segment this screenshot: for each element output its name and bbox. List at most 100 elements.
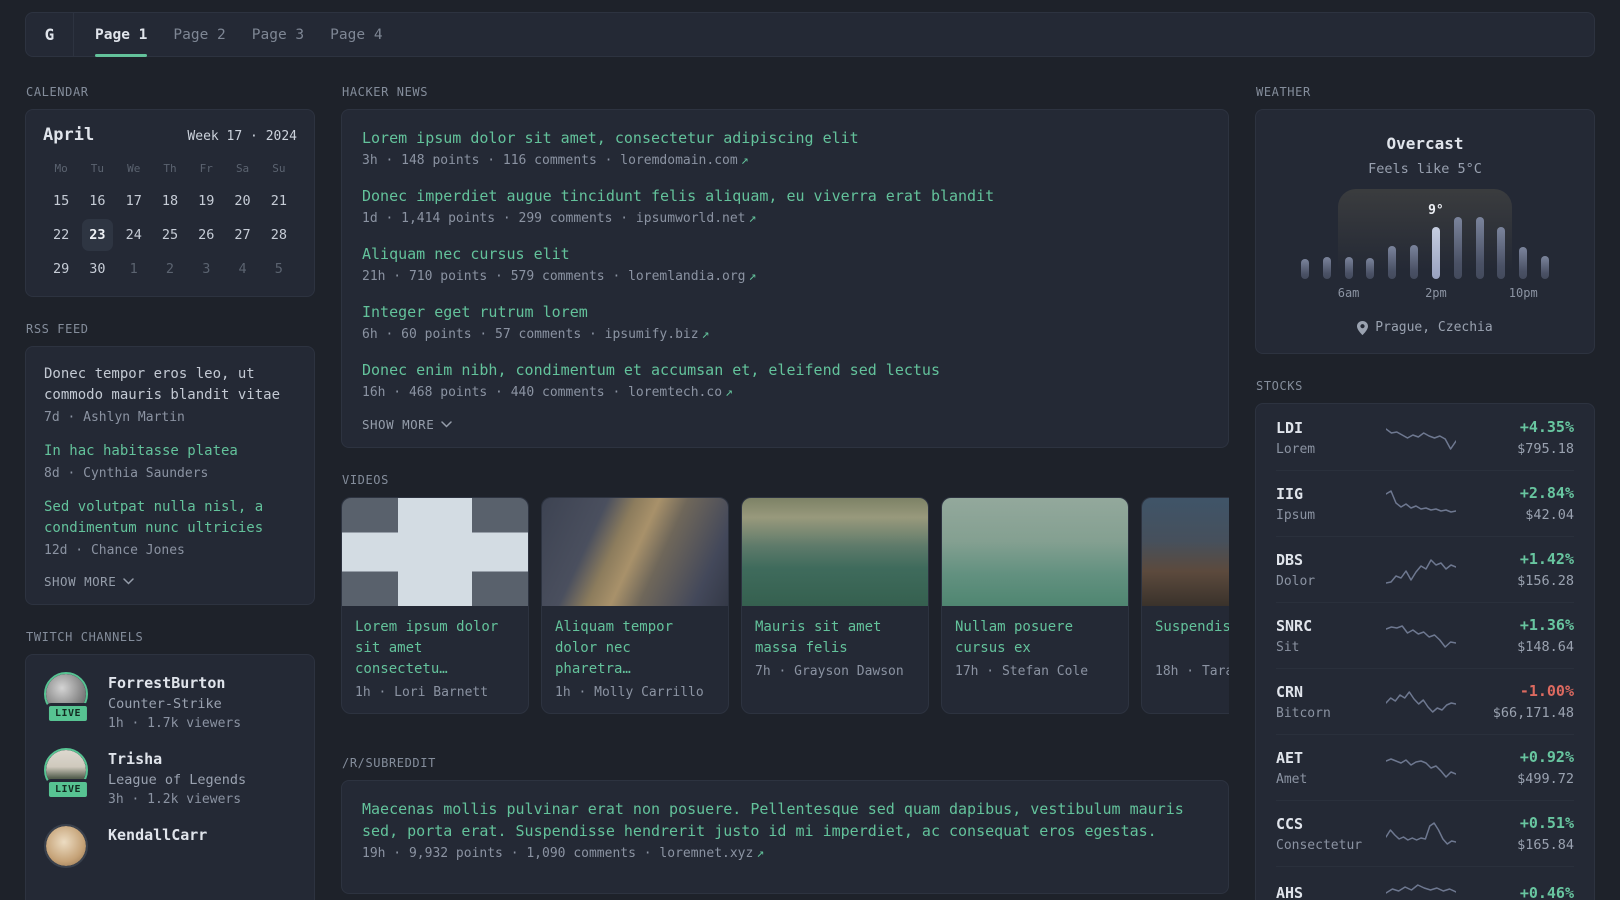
rss-item[interactable]: Donec tempor eros leo, ut commodo mauris… — [44, 364, 296, 425]
stock-row[interactable]: LDI Lorem +4.35% $795.18 — [1276, 405, 1574, 470]
calendar-day: 5 — [274, 261, 283, 277]
stock-name: Lorem — [1276, 441, 1316, 457]
hn-item[interactable]: Donec enim nibh, condimentum et accumsan… — [362, 359, 1208, 400]
videos-widget: VIDEOS Lorem ipsum dolor sit amet consec… — [341, 473, 1229, 714]
stock-row[interactable]: DBS Dolor +1.42% $156.28 — [1276, 536, 1574, 602]
weather-widget: WEATHER Overcast Feels like 5°C 6am 2pm 10… — [1255, 85, 1595, 354]
stock-change: +1.42% — [1519, 550, 1574, 568]
stock-row[interactable]: SNRC Sit +1.36% $148.64 — [1276, 602, 1574, 668]
tab-page-3[interactable]: Page 3 — [252, 13, 304, 56]
show-more-label: SHOW MORE — [362, 417, 435, 432]
hn-item-title: Aliquam nec cursus elit — [362, 245, 570, 263]
video-meta: 17h · Stefan Cole — [955, 664, 1089, 679]
rss-item[interactable]: Sed volutpat nulla nisl, a condimentum n… — [44, 497, 296, 558]
weekday-label: Fr — [199, 162, 213, 175]
weather-card: Overcast Feels like 5°C 6am 2pm 10pm 9° Pra… — [1255, 109, 1595, 354]
hacker-news-widget: HACKER NEWS Lorem ipsum dolor sit amet, … — [341, 85, 1229, 448]
app-logo[interactable]: G — [26, 13, 73, 56]
stock-price: $42.04 — [1525, 507, 1574, 523]
hn-item[interactable]: Lorem ipsum dolor sit amet, consectetur … — [362, 127, 1208, 168]
stock-change: +1.36% — [1519, 616, 1574, 634]
location-pin-icon — [1357, 320, 1369, 335]
hn-item-meta: 1d · 1,414 points · 299 comments · ipsum… — [362, 211, 757, 226]
calendar-day: 28 — [270, 227, 287, 243]
stocks-label: STOCKS — [1256, 379, 1303, 393]
twitch-channel-row[interactable]: LIVE ForrestBurton Counter-Strike 1h · 1… — [44, 672, 296, 731]
weather-location: Prague, Czechia — [1375, 320, 1493, 335]
weather-bar — [1541, 256, 1550, 279]
stock-change: +0.92% — [1519, 748, 1574, 766]
stock-ticker: CRN — [1276, 682, 1304, 701]
tab-page-2[interactable]: Page 2 — [173, 13, 225, 56]
tab-page-4[interactable]: Page 4 — [330, 13, 382, 56]
weekday-label: Th — [163, 162, 177, 175]
stock-name: Amet — [1276, 771, 1308, 787]
video-card[interactable]: Mauris sit amet massa felis 7h · Grayson… — [741, 497, 929, 714]
reddit-post[interactable]: Maecenas mollis pulvinar erat non posuer… — [362, 798, 1208, 861]
stock-sparkline — [1376, 489, 1466, 519]
stock-row[interactable]: CCS Consectetur +0.51% $165.84 — [1276, 800, 1574, 866]
hn-item[interactable]: Aliquam nec cursus elit 21h · 710 points… — [362, 243, 1208, 284]
stock-row[interactable]: AHS +0.46% — [1276, 866, 1574, 900]
video-thumbnail — [742, 498, 928, 606]
calendar-day: 16 — [89, 193, 106, 209]
twitch-label: TWITCH CHANNELS — [26, 630, 144, 644]
stock-sparkline — [1376, 819, 1466, 849]
external-link-icon: ↗ — [748, 269, 757, 284]
hn-item[interactable]: Integer eget rutrum lorem 6h · 60 points… — [362, 301, 1208, 342]
video-card[interactable]: Aliquam tempor dolor nec pharetra… 1h · … — [541, 497, 729, 714]
rss-item-meta: 7d · Ashlyn Martin — [44, 410, 185, 425]
stock-row[interactable]: CRN Bitcorn -1.00% $66,171.48 — [1276, 668, 1574, 734]
stock-change: +0.51% — [1519, 814, 1574, 832]
live-badge: LIVE — [45, 703, 91, 724]
stock-ticker: AET — [1276, 748, 1304, 767]
stocks-widget: STOCKS LDI Lorem +4.35% $795.18 IIG Ipsum +… — [1255, 379, 1595, 900]
stock-ticker: LDI — [1276, 418, 1304, 437]
calendar-day: 27 — [234, 227, 251, 243]
external-link-icon: ↗ — [756, 846, 765, 861]
rss-show-more-button[interactable]: SHOW MORE — [44, 574, 296, 589]
video-title: Nullam posuere cursus ex — [955, 619, 1074, 656]
weather-bar — [1388, 246, 1397, 279]
calendar-card: April Week 17 · 2024 Mo Tu We Th Fr Sa S… — [25, 109, 315, 297]
stock-ticker: IIG — [1276, 484, 1304, 503]
weather-bar — [1322, 257, 1331, 279]
channel-avatar-image — [46, 826, 86, 866]
weekday-label: We — [127, 162, 141, 175]
avatar: LIVE — [44, 748, 92, 800]
weekday-label: Mo — [54, 162, 68, 175]
video-thumbnail — [342, 498, 528, 606]
stock-price: $795.18 — [1517, 441, 1574, 457]
stock-sparkline — [1376, 423, 1466, 453]
twitch-channel-row[interactable]: LIVE Trisha League of Legends 3h · 1.2k … — [44, 748, 296, 807]
calendar-day: 15 — [53, 193, 70, 209]
hn-item-meta: 16h · 468 points · 440 comments · loremt… — [362, 385, 733, 400]
stock-row[interactable]: AET Amet +0.92% $499.72 — [1276, 734, 1574, 800]
video-card[interactable]: Nullam posuere cursus ex 17h · Stefan Co… — [941, 497, 1129, 714]
channel-category: League of Legends — [108, 772, 247, 788]
stock-price: $66,171.48 — [1492, 705, 1574, 721]
stock-sparkline — [1376, 753, 1466, 783]
stock-row[interactable]: IIG Ipsum +2.84% $42.04 — [1276, 470, 1574, 536]
reddit-post-meta: 19h · 9,932 points · 1,090 comments · lo… — [362, 846, 765, 861]
weather-x-label: 6am — [1337, 286, 1360, 300]
right-column: WEATHER Overcast Feels like 5°C 6am 2pm 10… — [1255, 85, 1595, 900]
hn-item[interactable]: Donec imperdiet augue tincidunt felis al… — [362, 185, 1208, 226]
stock-name: Dolor — [1276, 573, 1316, 589]
video-thumbnail — [942, 498, 1128, 606]
video-card[interactable]: Lorem ipsum dolor sit amet consectetu… 1… — [341, 497, 529, 714]
hn-show-more-button[interactable]: SHOW MORE — [362, 417, 1208, 432]
hn-item-title: Integer eget rutrum lorem — [362, 303, 588, 321]
stock-sparkline — [1376, 621, 1466, 651]
external-link-icon: ↗ — [701, 327, 710, 342]
channel-category: Counter-Strike — [108, 696, 222, 712]
twitch-channel-row[interactable]: KendallCarr — [44, 824, 296, 876]
weather-feels-like: Feels like 5°C — [1368, 161, 1482, 177]
rss-item-meta: 12d · Chance Jones — [44, 543, 185, 558]
rss-item[interactable]: In hac habitasse platea 8d · Cynthia Sau… — [44, 441, 296, 481]
weather-bar — [1497, 227, 1506, 279]
video-card[interactable]: Suspendisse diam 18h · Tara — [1141, 497, 1229, 714]
hn-item-meta: 21h · 710 points · 579 comments · loreml… — [362, 269, 757, 284]
tab-page-1[interactable]: Page 1 — [95, 13, 148, 57]
rss-item-title: In hac habitasse platea — [44, 443, 238, 459]
